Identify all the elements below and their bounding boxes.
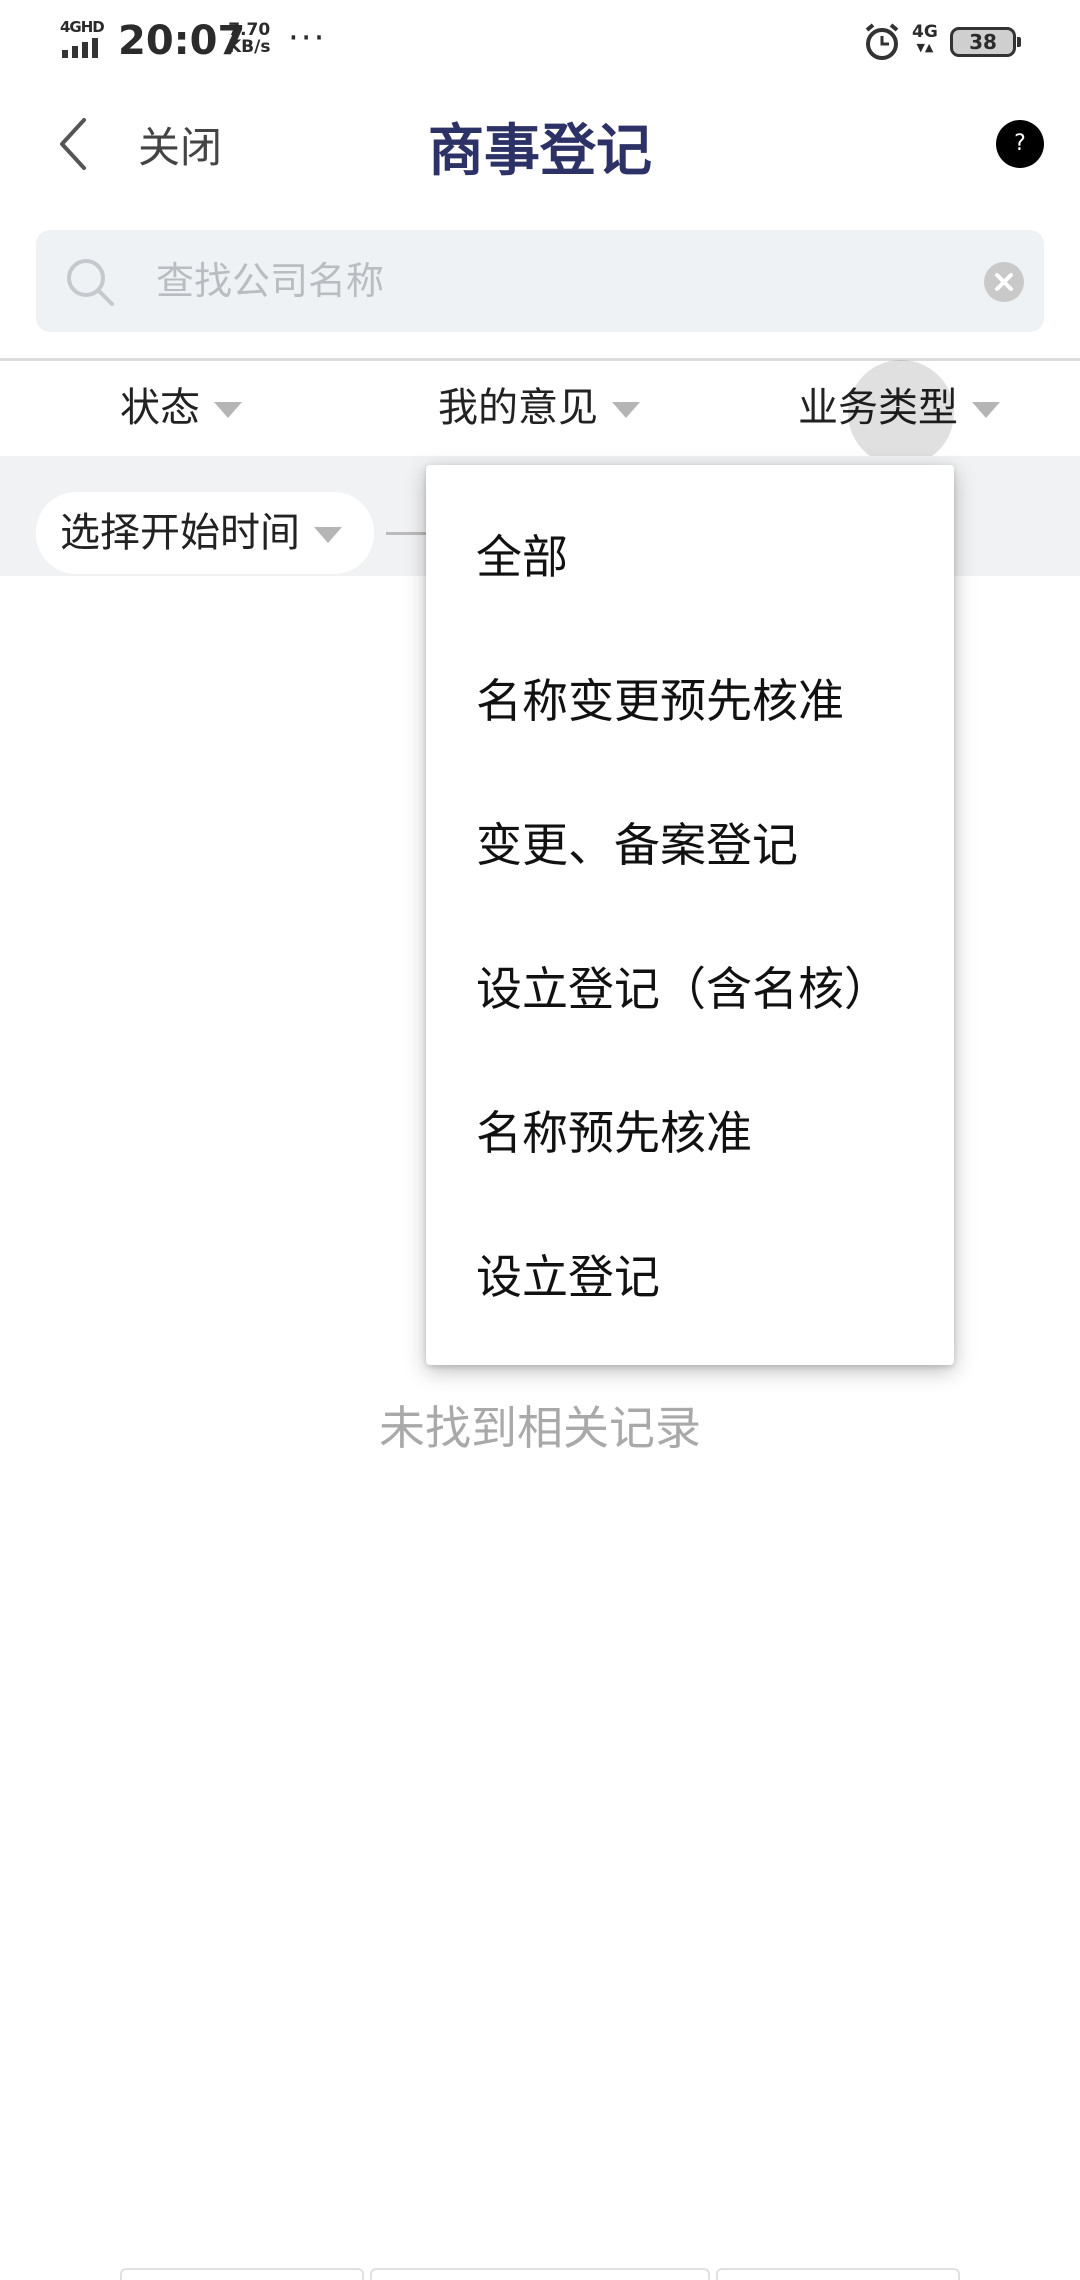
date-range-separator — [386, 532, 426, 535]
bottom-tab[interactable] — [120, 2268, 364, 2280]
alarm-icon — [865, 23, 899, 60]
caret-down-icon — [214, 402, 242, 418]
touch-ripple — [848, 360, 954, 466]
more-notifications-icon: ··· — [288, 18, 327, 58]
search-icon — [67, 259, 114, 306]
search-bar — [36, 230, 1044, 332]
dropdown-item-all[interactable]: 全部 — [476, 507, 936, 607]
help-button[interactable]: ? — [996, 120, 1044, 168]
speed-unit: KB/s — [228, 37, 271, 57]
signal-icon — [62, 38, 102, 58]
status-bar: 4GHD 20:07 7.70 KB/s ··· 4G ▼▲ 38 — [0, 0, 1080, 84]
divider — [0, 358, 1080, 361]
data-arrows-icon: ▼▲ — [916, 41, 934, 54]
status-time: 20:07 — [118, 18, 246, 64]
dropdown-item-change-filing[interactable]: 变更、备案登记 — [476, 795, 936, 895]
filter-my-opinion[interactable]: 我的意见 — [438, 378, 640, 438]
search-input[interactable] — [154, 248, 974, 314]
network-indicator: 4GHD — [60, 18, 105, 36]
network-speed: 7.70 KB/s — [228, 22, 270, 56]
page-title: 商事登记 — [428, 119, 652, 184]
header: 关闭 商事登记 ? — [0, 84, 1080, 204]
dropdown-item-name-approval[interactable]: 名称预先核准 — [476, 1083, 936, 1183]
empty-message: 未找到相关记录 — [379, 1401, 701, 1455]
bottom-tab[interactable] — [370, 2268, 710, 2280]
bottom-tab[interactable] — [716, 2268, 960, 2280]
caret-down-icon — [612, 402, 640, 418]
mobile-data-indicator: 4G ▼▲ — [912, 24, 938, 56]
battery-icon: 38 — [950, 27, 1021, 57]
filter-status[interactable]: 状态 — [120, 378, 242, 438]
dropdown-item-establish-with-name[interactable]: 设立登记（含名核） — [476, 939, 936, 1039]
start-time-selector[interactable]: 选择开始时间 — [36, 492, 374, 574]
filter-my-opinion-label: 我的意见 — [438, 385, 598, 431]
clear-icon[interactable] — [984, 262, 1024, 302]
net-type: 4G — [912, 22, 938, 42]
dropdown-item-establish[interactable]: 设立登记 — [476, 1227, 936, 1327]
bottom-tabs — [120, 2268, 960, 2280]
caret-down-icon — [314, 527, 342, 543]
start-time-label: 选择开始时间 — [60, 510, 300, 556]
filter-status-label: 状态 — [120, 385, 200, 431]
business-type-dropdown: 全部 名称变更预先核准 变更、备案登记 设立登记（含名核） 名称预先核准 设立登… — [426, 465, 954, 1365]
dropdown-item-name-change-approval[interactable]: 名称变更预先核准 — [476, 651, 936, 751]
caret-down-icon — [972, 402, 1000, 418]
